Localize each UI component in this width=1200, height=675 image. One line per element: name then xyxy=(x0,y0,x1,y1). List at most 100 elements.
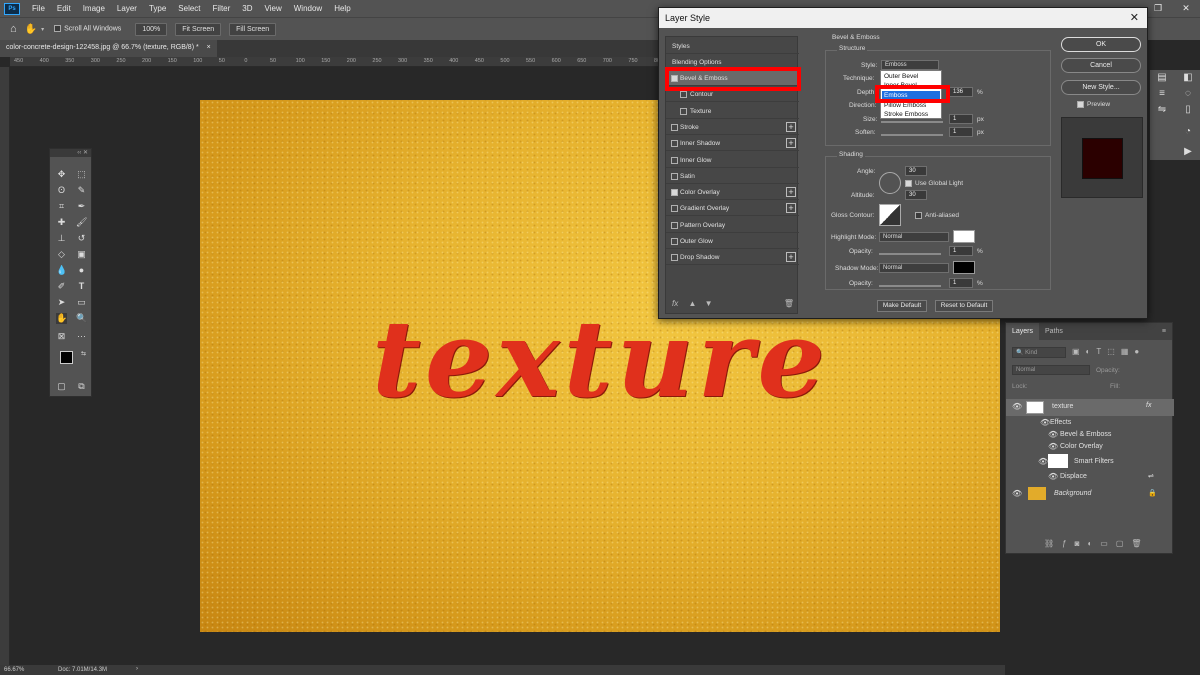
shadow-color-swatch[interactable] xyxy=(953,261,975,274)
depth-input[interactable]: 136 xyxy=(949,87,973,97)
blend-mode-select[interactable]: Normal xyxy=(1012,365,1090,375)
scroll-all-windows-box[interactable] xyxy=(54,25,62,33)
libraries-panel-icon[interactable]: ▯ xyxy=(1182,104,1194,116)
displace-visibility-eye-icon[interactable]: 👁 xyxy=(1048,472,1058,481)
dodge-tool-icon[interactable]: ● xyxy=(76,265,87,276)
move-tool-icon[interactable]: ✥ xyxy=(56,169,67,180)
tool-preset-dropdown-icon[interactable]: ▾ xyxy=(41,26,44,33)
style-item-checkbox[interactable] xyxy=(671,189,678,197)
document-tab[interactable]: color-concrete-design-122458.jpg @ 66.7%… xyxy=(0,40,217,57)
highlight-mode-select[interactable]: Normal xyxy=(879,232,949,242)
menu-window[interactable]: Window xyxy=(288,4,328,13)
type-tool-icon[interactable]: T xyxy=(76,281,87,292)
menu-type[interactable]: Type xyxy=(143,4,172,13)
learn-panel-icon[interactable]: ◧ xyxy=(1182,72,1194,84)
style-item-satin[interactable]: Satin xyxy=(666,169,799,184)
background-visibility-eye-icon[interactable]: 👁 xyxy=(1012,489,1022,498)
clone-stamp-tool-icon[interactable]: ⊥ xyxy=(56,233,67,244)
layer-row-background[interactable]: 👁 Background 🔒 xyxy=(1006,485,1174,502)
add-effect-icon[interactable]: + xyxy=(786,187,796,198)
size-input[interactable]: 1 xyxy=(949,114,973,124)
eraser-tool-icon[interactable]: ◇ xyxy=(56,249,67,260)
layer-name-texture[interactable]: texture xyxy=(1052,403,1073,410)
properties-panel-icon[interactable]: ≡ xyxy=(1156,88,1168,100)
layer-row-bevel-emboss[interactable]: 👁 Bevel & Emboss xyxy=(1006,429,1174,441)
cancel-button[interactable]: Cancel xyxy=(1061,58,1141,73)
shadow-opacity-input[interactable]: 1 xyxy=(949,278,973,288)
tools-panel-header[interactable]: ‹‹ ✕ xyxy=(50,149,91,157)
dropdown-option-stroke-emboss[interactable]: Stroke Emboss xyxy=(882,110,940,119)
zoom-tool-icon[interactable]: 🔍 xyxy=(76,313,87,324)
menu-view[interactable]: View xyxy=(259,4,288,13)
foreground-color-swatch[interactable] xyxy=(60,351,73,364)
style-item-stroke[interactable]: Stroke + xyxy=(666,120,799,135)
style-item-inner-shadow[interactable]: Inner Shadow + xyxy=(666,136,799,152)
brush-settings-icon[interactable]: ◔ xyxy=(1182,126,1194,138)
effects-visibility-eye-icon[interactable]: 👁 xyxy=(1040,418,1050,427)
layer-filter-kind[interactable]: 🔍 Kind xyxy=(1012,347,1066,358)
reset-to-default-button[interactable]: Reset to Default xyxy=(935,300,993,312)
soften-input[interactable]: 1 xyxy=(949,127,973,137)
soften-slider[interactable] xyxy=(881,134,943,136)
smart-filters-visibility-eye-icon[interactable]: 👁 xyxy=(1038,457,1048,466)
screen-mode-icon[interactable]: ⧉ xyxy=(76,381,87,392)
home-icon[interactable]: ⌂ xyxy=(10,23,17,35)
menu-layer[interactable]: Layer xyxy=(111,4,143,13)
hand-tool-icon[interactable]: ✋ xyxy=(25,24,37,35)
marquee-tool-icon[interactable]: ⬚ xyxy=(76,169,87,180)
new-style-button[interactable]: New Style... xyxy=(1061,80,1141,95)
style-item-checkbox[interactable] xyxy=(680,91,687,99)
angle-dial[interactable] xyxy=(879,172,901,194)
gradient-tool-icon[interactable]: ▣ xyxy=(76,249,87,260)
add-effect-icon[interactable]: + xyxy=(786,121,796,132)
use-global-light-checkbox[interactable] xyxy=(905,180,912,187)
artboard-tool-icon[interactable]: ⊠ xyxy=(56,331,67,342)
layer-fx-badge[interactable]: fx xyxy=(1146,402,1151,409)
highlight-color-swatch[interactable] xyxy=(953,230,975,243)
menu-filter[interactable]: Filter xyxy=(207,4,237,13)
style-item-color-overlay[interactable]: Color Overlay + xyxy=(666,185,799,201)
healing-brush-tool-icon[interactable]: ✚ xyxy=(56,217,67,228)
style-item-pattern-overlay[interactable]: Pattern Overlay xyxy=(666,218,799,233)
ok-button[interactable]: OK xyxy=(1061,37,1141,52)
style-item-checkbox[interactable] xyxy=(671,140,678,148)
lasso-tool-icon[interactable]: ʘ xyxy=(56,185,67,196)
style-select[interactable]: Emboss xyxy=(881,60,939,70)
shadow-opacity-slider[interactable] xyxy=(879,285,941,287)
scroll-all-windows-checkbox[interactable]: Scroll All Windows xyxy=(54,25,121,33)
tab-paths[interactable]: Paths xyxy=(1039,323,1069,340)
document-tab-close-icon[interactable]: × xyxy=(207,44,211,51)
highlight-opacity-input[interactable]: 1 xyxy=(949,246,973,256)
history-brush-tool-icon[interactable]: ↺ xyxy=(76,233,87,244)
menu-image[interactable]: Image xyxy=(77,4,111,13)
style-item-gradient-overlay[interactable]: Gradient Overlay + xyxy=(666,201,799,217)
style-item-texture[interactable]: Texture xyxy=(666,104,799,119)
status-arrow-icon[interactable]: › xyxy=(136,666,138,672)
hand-tool-panel-icon[interactable]: ✋ xyxy=(56,313,67,324)
use-global-light[interactable]: Use Global Light xyxy=(905,180,963,187)
dialog-titlebar[interactable]: Layer Style ✕ xyxy=(659,8,1147,28)
fill-screen-button[interactable]: Fill Screen xyxy=(229,22,277,36)
style-item-checkbox[interactable] xyxy=(671,123,678,131)
more-tools-icon[interactable]: ··· xyxy=(76,331,87,342)
gloss-contour-picker[interactable] xyxy=(879,204,901,226)
dropdown-option-outer-bevel[interactable]: Outer Bevel xyxy=(882,72,940,81)
swap-colors-icon[interactable]: ⇆ xyxy=(78,349,89,360)
rectangle-tool-icon[interactable]: ▭ xyxy=(76,297,87,308)
layer-row-color-overlay[interactable]: 👁 Color Overlay xyxy=(1006,441,1174,453)
menu-select[interactable]: Select xyxy=(172,4,206,13)
history-panel-icon[interactable]: ▤ xyxy=(1156,72,1168,84)
filter-options-icon[interactable]: ⇌ xyxy=(1148,472,1154,480)
altitude-input[interactable]: 30 xyxy=(905,190,927,200)
crop-tool-icon[interactable]: ⌗ xyxy=(56,201,67,212)
bevel-emboss-visibility-eye-icon[interactable]: 👁 xyxy=(1048,430,1058,439)
style-item-outer-glow[interactable]: Outer Glow xyxy=(666,234,799,249)
anti-aliased[interactable]: Anti-aliased xyxy=(915,212,959,219)
menu-3d[interactable]: 3D xyxy=(236,4,258,13)
eyedropper-tool-icon[interactable]: ✒ xyxy=(76,201,87,212)
delete-effect-icon[interactable]: 🗑 xyxy=(784,299,794,308)
lightbulb-icon[interactable]: ◌ xyxy=(1182,88,1194,100)
style-item-checkbox[interactable] xyxy=(671,238,678,245)
adjustments-panel-icon[interactable]: ⇋ xyxy=(1156,104,1168,116)
brush-tool-icon[interactable]: 🖌 xyxy=(76,217,87,228)
